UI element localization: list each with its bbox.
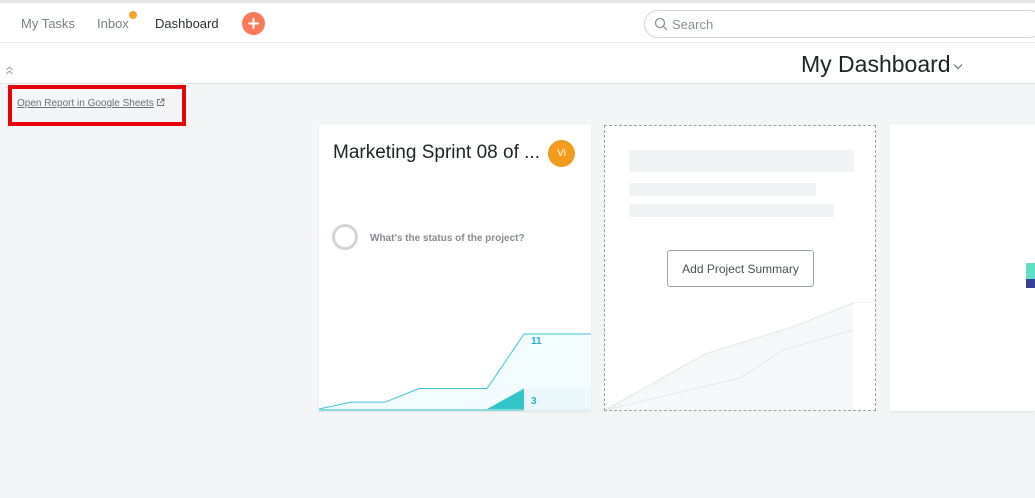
add-project-card: Add Project Summary [604, 125, 876, 411]
nav-dashboard[interactable]: Dashboard [155, 16, 219, 31]
external-link-icon [156, 98, 165, 106]
top-bar: My Tasks Inbox Dashboard [0, 0, 1035, 43]
add-project-summary-button[interactable]: Add Project Summary [667, 250, 814, 287]
search-input[interactable] [672, 15, 1022, 33]
search-box[interactable] [644, 10, 1035, 38]
chart-bar [1026, 279, 1035, 288]
collapse-up-icon[interactable] [5, 66, 14, 75]
open-report-link[interactable]: Open Report in Google Sheets [17, 98, 165, 109]
nav-inbox[interactable]: Inbox [97, 16, 129, 31]
project-card[interactable]: Marketing Sprint 08 of ... Vi What's the… [319, 125, 591, 411]
dashboard-header: My Dashboard [0, 43, 1035, 84]
search-icon [654, 17, 668, 31]
chevron-down-icon[interactable] [953, 63, 963, 70]
chart-label-completed: 3 [531, 396, 537, 407]
chart-label-total: 11 [531, 336, 542, 347]
chart-bar [1026, 263, 1035, 279]
inbox-unread-badge [129, 11, 137, 19]
project-card-partial[interactable] [890, 125, 1035, 411]
burnup-chart [319, 333, 591, 411]
nav-my-tasks[interactable]: My Tasks [21, 16, 75, 31]
add-button[interactable] [242, 12, 265, 35]
page-title[interactable]: My Dashboard [801, 51, 951, 78]
plus-icon [248, 18, 259, 29]
open-report-label: Open Report in Google Sheets [17, 98, 154, 109]
